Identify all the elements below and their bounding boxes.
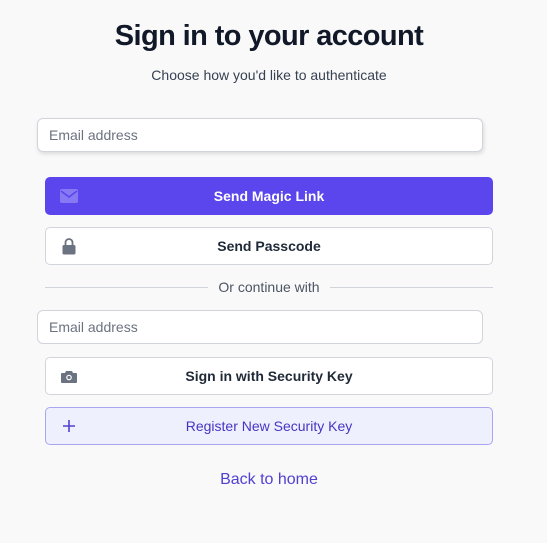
send-magic-link-label: Send Magic Link — [213, 188, 325, 204]
divider-line-left — [45, 286, 209, 288]
plus-icon — [60, 417, 78, 435]
security-key-email-field[interactable] — [37, 310, 483, 344]
page-subtitle: Choose how you'd like to authenticate — [151, 67, 387, 83]
page-title: Sign in to your account — [114, 20, 424, 52]
lock-icon — [60, 237, 78, 255]
send-passcode-button[interactable]: Send Passcode — [45, 227, 493, 265]
or-continue-divider: Or continue with — [45, 278, 494, 296]
sign-in-security-key-label: Sign in with Security Key — [185, 368, 353, 384]
envelope-icon — [60, 187, 78, 205]
back-to-home-link-container: Back to home — [0, 471, 538, 489]
email-field[interactable] — [37, 118, 483, 152]
divider-line-right — [329, 286, 494, 288]
register-security-key-button[interactable]: Register New Security Key — [45, 407, 493, 445]
camera-icon — [60, 367, 78, 385]
send-passcode-label: Send Passcode — [217, 238, 321, 254]
divider-label: Or continue with — [218, 279, 320, 295]
back-to-home-link[interactable]: Back to home — [220, 471, 318, 488]
sign-in-security-key-button[interactable]: Sign in with Security Key — [45, 357, 493, 395]
send-magic-link-button[interactable]: Send Magic Link — [45, 177, 493, 215]
register-security-key-label: Register New Security Key — [185, 418, 353, 434]
